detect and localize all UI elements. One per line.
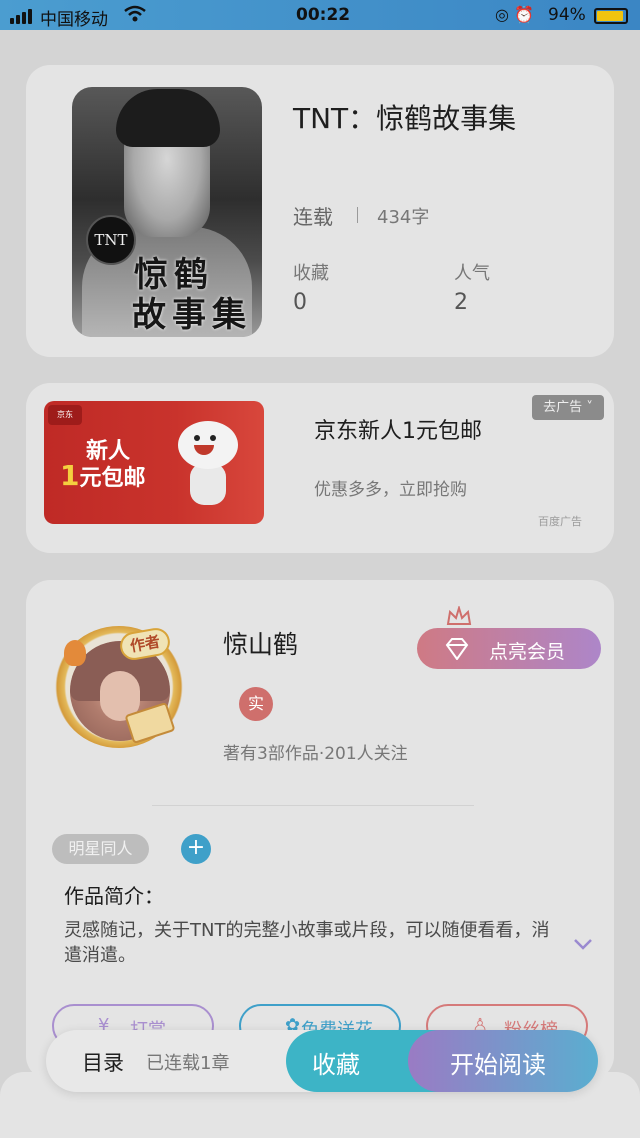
- serial-status: 连载: [293, 205, 333, 229]
- chevron-down-icon[interactable]: [573, 937, 593, 951]
- divider: [357, 207, 358, 223]
- flame-icon: [64, 640, 86, 666]
- crown-icon: [446, 606, 472, 625]
- book-title: TNT：惊鹤故事集: [293, 102, 517, 135]
- vip-button[interactable]: 点亮会员: [417, 628, 601, 669]
- author-stats: 著有3部作品·201人关注: [223, 744, 408, 764]
- bottom-action-bar: 目录 已连载1章 收藏 开始阅读: [46, 1030, 598, 1092]
- book-cover[interactable]: TNT 惊鹤 故事集: [72, 87, 262, 337]
- status-bar: 中国移动 00:22 ◎ ⏰ 94%: [0, 0, 640, 30]
- cover-badge: TNT: [86, 215, 136, 265]
- battery-icon: [594, 8, 628, 24]
- battery-percent: 94%: [548, 5, 586, 25]
- ad-title[interactable]: 京东新人1元包邮: [314, 413, 482, 445]
- clock: 00:22: [296, 5, 351, 25]
- verified-badge: 实: [239, 687, 273, 721]
- favorites-count: 0: [293, 290, 307, 315]
- diamond-icon: [445, 638, 469, 660]
- tag-chip[interactable]: 明星同人: [52, 834, 149, 864]
- jd-logo-icon: 京东: [48, 405, 82, 425]
- author-name[interactable]: 惊山鹤: [223, 625, 298, 661]
- wifi-icon: [124, 5, 146, 22]
- start-reading-button[interactable]: 开始阅读: [408, 1030, 598, 1092]
- ad-image[interactable]: 京东 新人 1元包邮: [44, 401, 264, 524]
- toc-button[interactable]: 目录: [82, 1047, 124, 1077]
- popularity-label: 人气: [454, 263, 490, 284]
- divider: [152, 805, 474, 806]
- mascot-dog-icon: [168, 415, 248, 511]
- ad-image-line2: 1元包邮: [60, 459, 146, 492]
- add-tag-button[interactable]: +: [181, 834, 211, 864]
- alarm-icon: ◎ ⏰: [495, 5, 534, 24]
- popularity-count: 2: [454, 290, 468, 315]
- intro-text: 灵感随记，关于TNT的完整小故事或片段，可以随便看看，消遣消遣。: [64, 920, 550, 966]
- ad-source-label: 百度广告: [538, 515, 582, 528]
- signal-icon: [10, 9, 32, 24]
- word-count: 434字: [377, 207, 430, 228]
- intro-heading: 作品简介：: [64, 884, 164, 908]
- favorites-label: 收藏: [293, 263, 329, 284]
- cover-caption-line2: 故事集: [132, 295, 252, 335]
- carrier-name: 中国移动: [40, 10, 108, 30]
- remove-ad-button[interactable]: 去广告 ˅: [532, 395, 604, 420]
- ad-subtitle: 优惠多多，立即抢购: [314, 480, 467, 500]
- chapter-status: 已连载1章: [146, 1053, 230, 1074]
